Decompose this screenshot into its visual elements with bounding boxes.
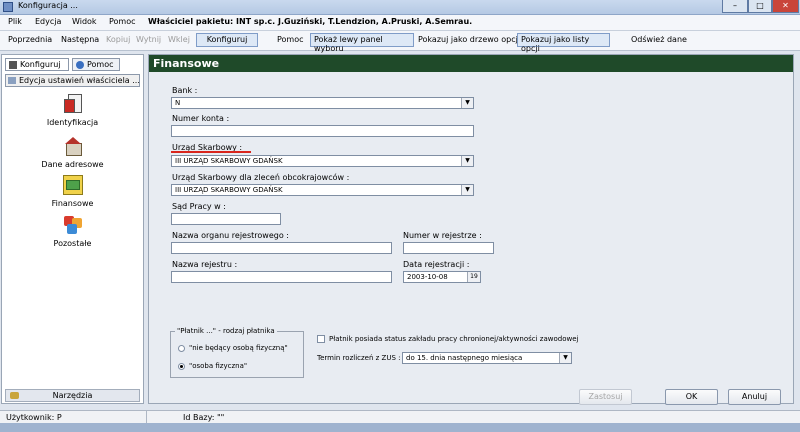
menu-edit[interactable]: Edycja bbox=[35, 17, 61, 26]
refresh-button[interactable]: Odśwież dane bbox=[631, 35, 687, 44]
minimize-button[interactable]: – bbox=[722, 0, 748, 13]
taskbar-strip bbox=[0, 423, 800, 432]
wrench-icon bbox=[9, 61, 17, 69]
address-icon bbox=[62, 135, 84, 157]
left-panel: Konfiguruj Pomoc Edycja ustawień właścic… bbox=[1, 54, 144, 404]
menu-file[interactable]: Plik bbox=[8, 17, 22, 26]
nav-item-identification[interactable]: Identyfikacja bbox=[4, 93, 141, 127]
registry-organ-label: Nazwa organu rejestrowego : bbox=[172, 231, 289, 240]
show-tree-button[interactable]: Pokazuj jako drzewo opcji bbox=[418, 35, 520, 44]
nav-item-label: Dane adresowe bbox=[41, 160, 104, 169]
tax-office-select[interactable]: III URZĄD SKARBOWY GDAŃSK ▼ bbox=[171, 155, 474, 167]
chevron-down-icon[interactable]: ▼ bbox=[559, 353, 571, 363]
registry-number-input[interactable] bbox=[403, 242, 494, 254]
calendar-icon[interactable]: 19 bbox=[467, 272, 480, 282]
sheltered-workplace-checkbox[interactable] bbox=[317, 335, 325, 343]
account-label: Numer konta : bbox=[172, 114, 230, 123]
next-button[interactable]: Następna bbox=[61, 35, 99, 44]
tab-configure-label: Konfiguruj bbox=[20, 60, 61, 69]
bank-value: N bbox=[175, 99, 181, 107]
labor-court-label: Sąd Pracy w : bbox=[172, 202, 226, 211]
sheltered-workplace-label: Płatnik posiada status zakładu pracy chr… bbox=[329, 335, 579, 343]
package-owner: Właściciel pakietu: INT sp.c. J.Guziński… bbox=[148, 17, 473, 26]
panel-heading-text: Edycja ustawień właściciela ... bbox=[19, 76, 140, 85]
zus-deadline-select[interactable]: do 15. dnia następnego miesiąca ▼ bbox=[402, 352, 572, 364]
show-left-panel-button[interactable]: Pokaż lewy panel wyboru bbox=[310, 33, 414, 53]
tab-help-label: Pomoc bbox=[87, 60, 114, 69]
registry-name-label: Nazwa rejestru : bbox=[172, 260, 238, 269]
apply-button[interactable]: Zastosuj bbox=[579, 389, 632, 405]
status-bar: Użytkownik: P Id Bazy: "" bbox=[0, 410, 800, 424]
zus-deadline-value: do 15. dnia następnego miesiąca bbox=[406, 354, 523, 362]
radio-not-natural-person-label: "nie będący osobą fizyczną" bbox=[189, 344, 288, 352]
close-button[interactable]: ✕ bbox=[772, 0, 799, 13]
chevron-down-icon[interactable]: ▼ bbox=[461, 98, 473, 108]
radio-not-natural-person[interactable] bbox=[178, 345, 185, 352]
ok-button[interactable]: OK bbox=[665, 389, 718, 405]
required-marker bbox=[171, 151, 251, 153]
tools-button[interactable]: Narzędzia bbox=[5, 389, 140, 402]
labor-court-input[interactable] bbox=[171, 213, 281, 225]
tax-office-foreign-select[interactable]: III URZĄD SKARBOWY GDAŃSK ▼ bbox=[171, 184, 474, 196]
nav-item-address[interactable]: Dane adresowe bbox=[4, 135, 141, 169]
registration-date-label: Data rejestracji : bbox=[403, 260, 470, 269]
chevron-down-icon[interactable]: ▼ bbox=[461, 156, 473, 166]
menu-bar: Plik Edycja Widok Pomoc Właściciel pakie… bbox=[0, 15, 800, 31]
registry-organ-input[interactable] bbox=[171, 242, 392, 254]
status-db-id: Id Bazy: "" bbox=[183, 413, 225, 422]
zus-deadline-label: Termin rozliczeń z ZUS : bbox=[317, 354, 401, 362]
radio-natural-person-label: "osoba fizyczna" bbox=[189, 362, 248, 370]
identification-icon bbox=[62, 93, 84, 115]
configure-button[interactable]: Konfiguruj bbox=[196, 33, 258, 47]
help-icon bbox=[76, 61, 84, 69]
bank-label: Bank : bbox=[172, 86, 198, 95]
title-bar: Konfiguracja ... – □ ✕ bbox=[0, 0, 800, 15]
tools-label: Narzędzia bbox=[52, 391, 93, 400]
tax-office-foreign-label: Urząd Skarbowy dla zleceń obcokrajowców … bbox=[172, 173, 350, 182]
menu-view[interactable]: Widok bbox=[72, 17, 97, 26]
bank-select[interactable]: N ▼ bbox=[171, 97, 474, 109]
main-panel: Finansowe Bank : N ▼ Numer konta : Urząd… bbox=[148, 54, 794, 405]
tab-configure[interactable]: Konfiguruj bbox=[5, 58, 69, 71]
tools-icon bbox=[10, 392, 19, 399]
registry-number-label: Numer w rejestrze : bbox=[403, 231, 482, 240]
tax-office-foreign-value: III URZĄD SKARBOWY GDAŃSK bbox=[175, 186, 283, 194]
cancel-button[interactable]: Anuluj bbox=[728, 389, 781, 405]
status-user: Użytkownik: P bbox=[6, 413, 62, 422]
radio-natural-person[interactable] bbox=[178, 363, 185, 370]
page-title: Finansowe bbox=[149, 55, 793, 72]
maximize-button[interactable]: □ bbox=[748, 0, 772, 13]
nav-item-finance[interactable]: Finansowe bbox=[4, 174, 141, 208]
nav-item-label: Finansowe bbox=[51, 199, 94, 208]
paste-button[interactable]: Wklej bbox=[168, 35, 190, 44]
toolbar: Poprzednia Następna Kopiuj Wytnij Wklej … bbox=[0, 31, 800, 53]
finance-icon bbox=[62, 174, 84, 196]
show-list-button[interactable]: Pokazuj jako listy opcji bbox=[517, 33, 610, 53]
window-title: Konfiguracja ... bbox=[18, 1, 78, 10]
menu-help[interactable]: Pomoc bbox=[109, 17, 136, 26]
panel-heading: Edycja ustawień właściciela ... bbox=[5, 74, 140, 87]
tax-office-value: III URZĄD SKARBOWY GDAŃSK bbox=[175, 157, 283, 165]
folder-icon bbox=[8, 77, 16, 84]
app-icon bbox=[3, 2, 13, 12]
tab-help[interactable]: Pomoc bbox=[72, 58, 120, 71]
registration-date-value: 2003-10-08 bbox=[407, 273, 448, 281]
previous-button[interactable]: Poprzednia bbox=[8, 35, 52, 44]
help-button[interactable]: Pomoc bbox=[277, 35, 304, 44]
copy-button[interactable]: Kopiuj bbox=[106, 35, 130, 44]
nav-item-label: Pozostałe bbox=[53, 239, 92, 248]
chevron-down-icon[interactable]: ▼ bbox=[461, 185, 473, 195]
other-icon bbox=[62, 214, 84, 236]
registration-date-input[interactable]: 2003-10-08 19 bbox=[403, 271, 481, 283]
cut-button[interactable]: Wytnij bbox=[136, 35, 161, 44]
nav-item-label: Identyfikacja bbox=[46, 118, 99, 127]
payer-type-group bbox=[170, 331, 304, 378]
nav-item-other[interactable]: Pozostałe bbox=[4, 214, 141, 248]
account-input[interactable] bbox=[171, 125, 474, 137]
registry-name-input[interactable] bbox=[171, 271, 392, 283]
payer-type-group-title: "Płatnik ..." - rodzaj płatnika bbox=[175, 327, 277, 335]
